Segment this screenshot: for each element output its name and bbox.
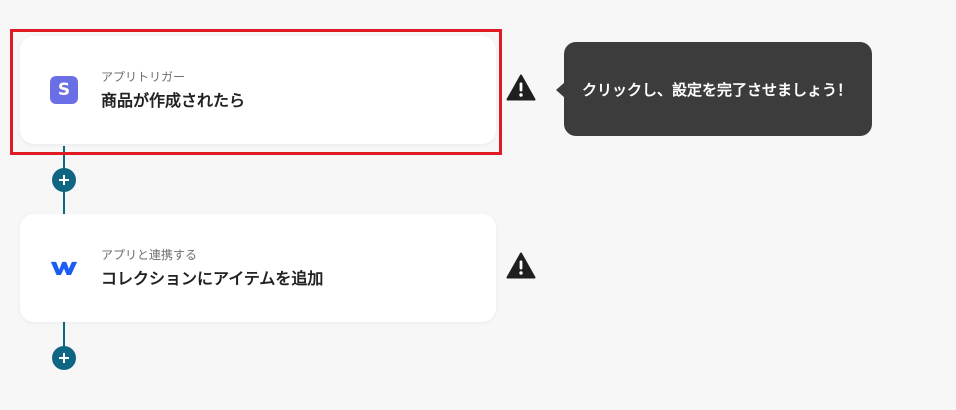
add-step-button[interactable] xyxy=(52,346,76,370)
tooltip-text: クリックし、設定を完了させましょう！ xyxy=(582,80,853,99)
tooltip: クリックし、設定を完了させましょう！ xyxy=(564,42,872,136)
webflow-app-icon xyxy=(50,254,78,282)
plus-icon xyxy=(59,353,69,363)
highlight-frame xyxy=(10,29,502,155)
add-step-button[interactable] xyxy=(52,168,76,192)
step-type-label: アプリと連携する xyxy=(101,248,198,262)
plus-icon xyxy=(59,175,69,185)
warning-icon xyxy=(506,252,536,279)
step-card-action[interactable]: アプリと連携する コレクションにアイテムを追加 xyxy=(20,214,496,322)
warning-icon xyxy=(506,74,536,101)
step-title: コレクションにアイテムを追加 xyxy=(101,269,324,288)
